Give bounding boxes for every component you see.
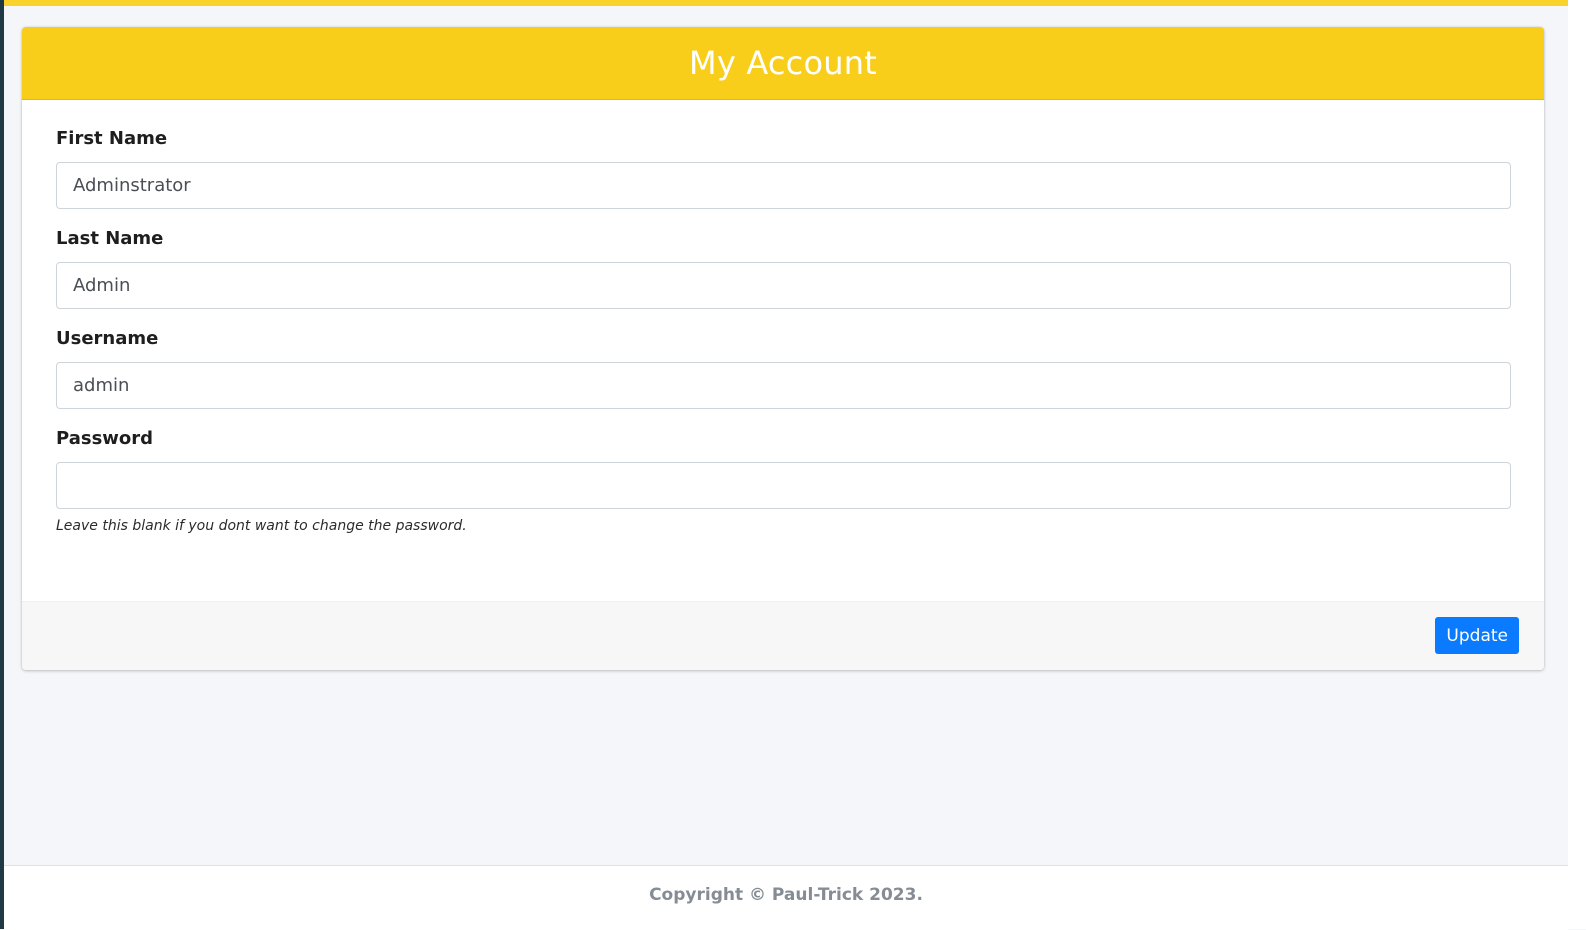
card-footer: Update [22, 601, 1544, 670]
account-card: My Account First Name Last Name Username… [22, 27, 1544, 670]
card-header: My Account [22, 27, 1544, 100]
password-group: Password Leave this blank if you dont wa… [56, 428, 1511, 534]
first-name-label: First Name [56, 128, 168, 149]
username-input[interactable] [56, 362, 1511, 409]
password-label: Password [56, 428, 154, 449]
first-name-input[interactable] [56, 162, 1511, 209]
last-name-label: Last Name [56, 228, 164, 249]
password-help-text: Leave this blank if you dont want to cha… [56, 518, 467, 534]
last-name-input[interactable] [56, 262, 1511, 309]
last-name-group: Last Name [56, 228, 1511, 309]
top-accent-strip [4, 0, 1568, 6]
username-group: Username [56, 328, 1511, 409]
username-label: Username [56, 328, 159, 349]
scrollbar-gutter [1568, 0, 1586, 929]
page-title: My Account [689, 44, 877, 82]
page-footer: Copyright © Paul-Trick 2023. [4, 865, 1568, 930]
copyright-text: Copyright © Paul-Trick 2023. [649, 885, 923, 905]
first-name-group: First Name [56, 128, 1511, 209]
account-form: First Name Last Name Username Password L… [22, 100, 1544, 603]
password-input[interactable] [56, 462, 1511, 509]
update-button[interactable]: Update [1435, 617, 1519, 654]
window-left-edge [0, 0, 4, 929]
